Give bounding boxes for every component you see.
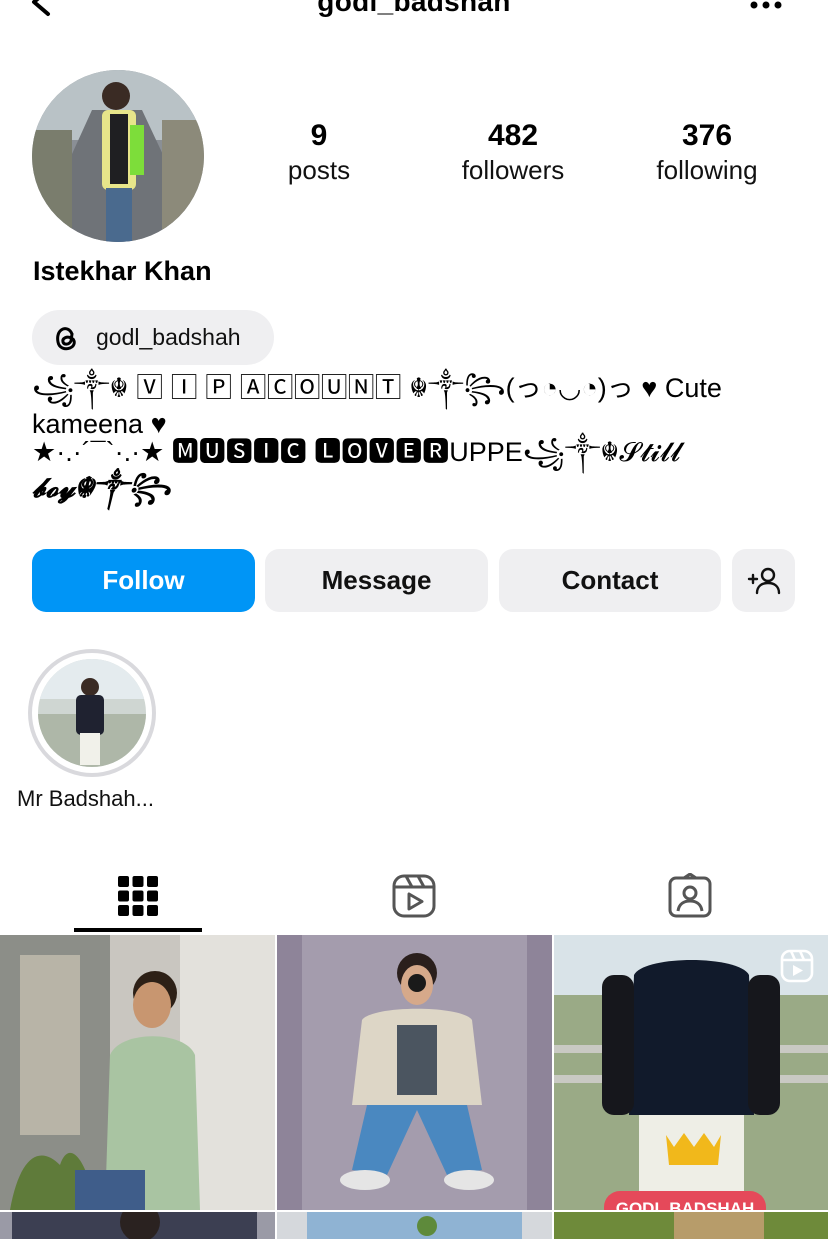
- post-caption-badge: GODL BADSHAH: [604, 1191, 766, 1210]
- suggest-users-button[interactable]: [732, 549, 795, 612]
- stat-label: posts: [287, 155, 351, 185]
- reel-badge-icon: [780, 949, 814, 983]
- more-dots-icon[interactable]: [748, 0, 784, 12]
- stat-posts[interactable]: 9 posts: [239, 118, 399, 186]
- stat-value: 9: [310, 119, 328, 152]
- bio-line: 𝓫𝓸𝔂☬༒꧂: [32, 473, 171, 503]
- bio-line: ★·.·´¯`·.·★ 🅼🆄🆂🅸🅲 🅻🅾🆅🅴🆁UPPE꧁༒☬𝓢𝓽𝓲𝓵𝓵: [32, 437, 681, 467]
- stat-followers[interactable]: 482 followers: [433, 118, 593, 186]
- add-person-icon: [747, 567, 780, 594]
- message-button[interactable]: Message: [265, 549, 488, 612]
- stat-label: following: [656, 155, 758, 185]
- post-tile[interactable]: GODL BADSHAH: [554, 935, 828, 1210]
- follow-button[interactable]: Follow: [32, 549, 255, 612]
- tab-tagged[interactable]: [552, 858, 828, 934]
- post-tile[interactable]: [554, 1212, 828, 1239]
- bio-line: ꧁༒☬ 🅅 🄸 🄿 🄰🄲🄾🅄🄽🅃 ☬༒꧂(っ◔◡◔)っ ♥ Cute: [32, 373, 722, 403]
- profile-avatar[interactable]: [32, 70, 204, 242]
- display-name: Istekhar Khan: [33, 256, 212, 286]
- contact-button[interactable]: Contact: [499, 549, 721, 612]
- post-tile[interactable]: [0, 935, 275, 1210]
- grid-icon: [118, 876, 158, 916]
- tagged-icon: [668, 873, 712, 918]
- stat-value: 376: [681, 119, 733, 152]
- threads-icon: [56, 326, 76, 350]
- post-tile[interactable]: [277, 1212, 552, 1239]
- highlight-label: Mr Badshah...: [17, 786, 154, 811]
- post-tile[interactable]: [277, 935, 552, 1210]
- reels-icon: [392, 874, 436, 918]
- top-bar: godl_badshah: [0, 0, 828, 30]
- tab-reels[interactable]: [276, 858, 552, 934]
- bio: ꧁༒☬ 🅅 🄸 🄿 🄰🄲🄾🅄🄽🅃 ☬༒꧂(っ◔◡◔)っ ♥ Cute kamee…: [32, 370, 792, 506]
- stat-value: 482: [487, 119, 539, 152]
- threads-link[interactable]: godl_badshah: [32, 310, 274, 365]
- active-tab-indicator: [74, 928, 202, 932]
- tab-posts[interactable]: [0, 858, 276, 934]
- threads-handle: godl_badshah: [96, 324, 241, 350]
- profile-username: godl_badshah: [317, 0, 511, 17]
- profile-page: godl_badshah 9 posts 482 followers 376 f…: [0, 0, 828, 1239]
- stat-following[interactable]: 376 following: [627, 118, 787, 186]
- post-tile[interactable]: [0, 1212, 275, 1239]
- highlight-cover[interactable]: [38, 659, 146, 767]
- stat-label: followers: [461, 155, 565, 185]
